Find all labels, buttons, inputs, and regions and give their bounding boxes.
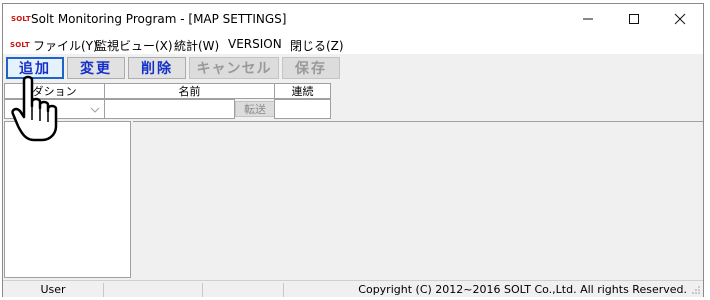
column-header-name: 名前 — [104, 83, 275, 99]
menu-statistics[interactable]: 統計(W) — [174, 37, 219, 54]
save-button[interactable]: 保存 — [282, 57, 340, 79]
minimize-button[interactable] — [565, 4, 611, 34]
status-pane-3 — [203, 283, 284, 297]
maximize-button[interactable] — [611, 4, 657, 34]
status-user: User — [40, 283, 66, 296]
minimize-icon — [583, 18, 593, 20]
hand-pointer-icon — [11, 75, 58, 142]
title-bar: SOLT Solt Monitoring Program - [MAP SETT… — [3, 4, 703, 34]
change-button[interactable]: 変更 — [67, 57, 125, 79]
toolbar: 追加 変更 削除 キャンセル 保存 — [3, 55, 703, 81]
app-logo: SOLT — [11, 15, 31, 23]
status-pane-2 — [104, 283, 203, 297]
maximize-icon — [629, 14, 639, 24]
app-window: SOLT Solt Monitoring Program - [MAP SETT… — [2, 3, 704, 297]
status-copyright: Copyright (C) 2012~2016 SOLT Co.,Ltd. Al… — [358, 283, 687, 296]
menu-bar: SOLT ファイル(Y) 監視ビュー(X) 統計(W) VERSION 閉じる(… — [3, 34, 703, 54]
menu-version[interactable]: VERSION — [228, 37, 282, 51]
status-bar: User Copyright (C) 2012~2016 SOLT Co.,Lt… — [3, 280, 703, 297]
name-input[interactable] — [104, 99, 235, 119]
map-view-area[interactable] — [133, 121, 703, 278]
chevron-down-icon — [90, 107, 100, 113]
resize-grip-icon[interactable] — [691, 285, 701, 295]
menu-close[interactable]: 閉じる(Z) — [290, 37, 344, 54]
window-title: Solt Monitoring Program - [MAP SETTINGS] — [31, 12, 287, 26]
close-icon — [674, 13, 686, 25]
map-list-panel[interactable] — [4, 121, 131, 278]
menu-monitor-view[interactable]: 監視ビュー(X) — [95, 37, 173, 54]
close-button[interactable] — [657, 4, 703, 34]
status-user-pane: User — [3, 283, 104, 297]
delete-button[interactable]: 削除 — [128, 57, 186, 79]
continuous-input[interactable] — [274, 99, 331, 119]
cancel-button[interactable]: キャンセル — [189, 57, 279, 79]
column-header-continuous: 連続 — [274, 83, 331, 99]
menu-logo: SOLT — [10, 41, 30, 49]
status-copyright-pane: Copyright (C) 2012~2016 SOLT Co.,Ltd. Al… — [284, 283, 687, 297]
menu-file[interactable]: ファイル(Y) — [33, 37, 98, 54]
send-button[interactable]: 転送 — [235, 101, 275, 117]
